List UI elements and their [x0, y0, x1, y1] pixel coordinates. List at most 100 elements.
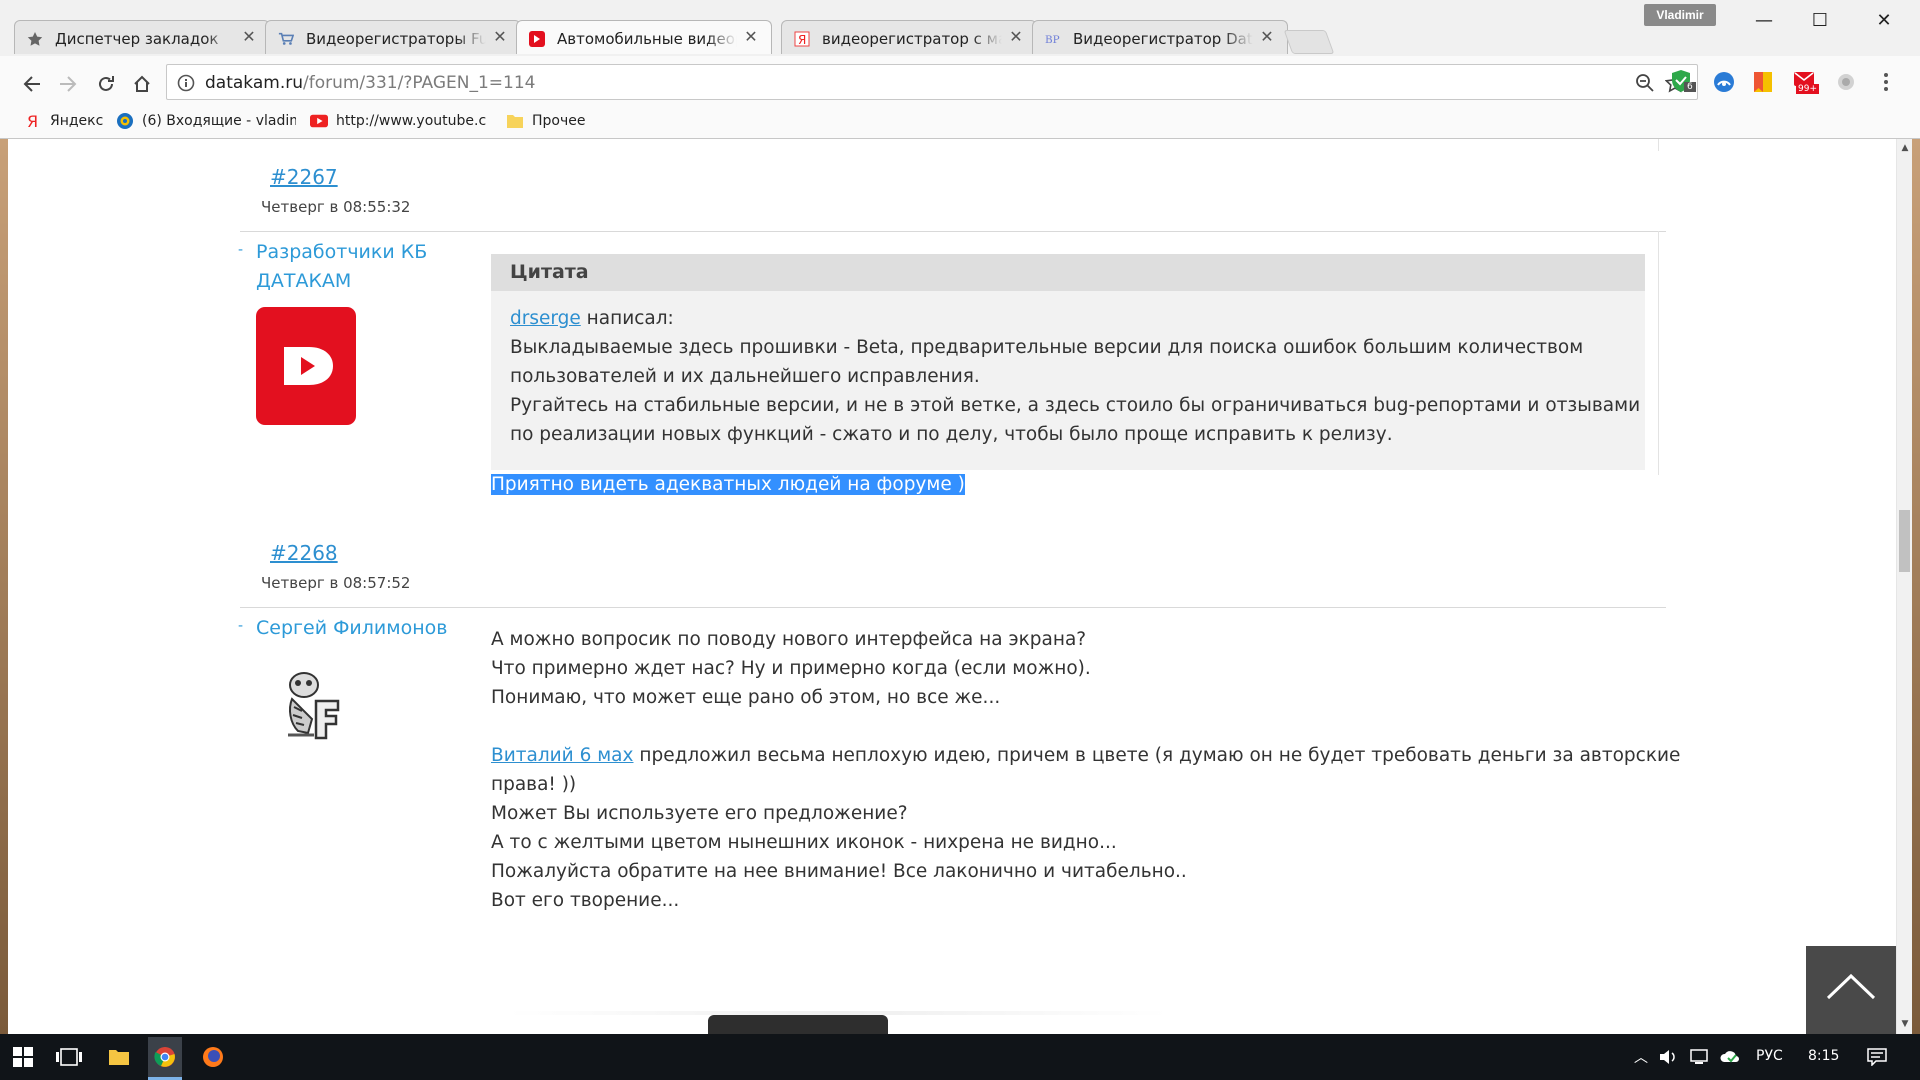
tab-datakam-forum[interactable]: Автомобильные видеор ✕ [516, 20, 772, 54]
selected-text: Приятно видеть адекватных людей на форум… [491, 474, 965, 495]
avatar[interactable] [256, 307, 356, 425]
scroll-up-icon[interactable]: ▲ [1900, 143, 1910, 153]
onedrive-icon[interactable] [1718, 1040, 1742, 1074]
vpn-extension-icon[interactable] [1712, 70, 1738, 96]
bookmark-extension-icon[interactable] [1752, 70, 1778, 96]
yandex-icon: Я [24, 112, 42, 130]
firefox-icon [203, 1047, 223, 1067]
post-timestamp: Четверг в 08:57:52 [261, 574, 411, 592]
close-icon[interactable]: ✕ [743, 27, 759, 46]
folder-icon [109, 1050, 129, 1065]
author-name-line: Разработчики КБ [256, 241, 428, 263]
taskbar-clock[interactable]: 8:15 [1808, 1048, 1839, 1064]
start-button[interactable] [6, 1040, 40, 1074]
maximize-button[interactable]: ☐ [1792, 0, 1848, 40]
bookmark-label: (6) Входящие - vladim [142, 113, 296, 129]
page-scrollbar[interactable]: ▲ ▼ [1896, 139, 1912, 1034]
new-tab-button[interactable] [1283, 30, 1335, 54]
cart-icon [278, 31, 294, 47]
profile-button[interactable]: Vladimir [1644, 4, 1716, 26]
forward-button[interactable] [52, 68, 84, 100]
input-language-indicator[interactable]: РУС [1756, 1048, 1783, 1064]
info-icon[interactable] [177, 74, 195, 92]
tab-yandex-search[interactable]: Я видеорегистратор с маг ✕ [781, 20, 1037, 54]
tab-title: Видеорегистратор Data [1073, 30, 1253, 48]
chevron-up-icon [1826, 973, 1876, 1000]
network-icon[interactable] [1688, 1040, 1712, 1074]
post-body-line: права! )) [491, 774, 577, 795]
firefox-taskbar-button[interactable] [196, 1040, 230, 1074]
reload-button[interactable] [90, 68, 122, 100]
task-view-icon [56, 1048, 82, 1066]
file-explorer-button[interactable] [102, 1040, 136, 1074]
close-icon[interactable]: ✕ [241, 27, 257, 46]
windows-taskbar: ︿ РУС 8:15 [0, 1034, 1920, 1080]
quote-line: пользователей и их дальнейшего исправлен… [510, 366, 980, 387]
post-author-link[interactable]: Сергей Филимонов [256, 614, 447, 643]
bookmark-mail[interactable]: (6) Входящие - vladim [116, 110, 296, 132]
tab-title: Видеорегистраторы Full [306, 30, 486, 48]
svg-text:Я: Я [798, 33, 806, 47]
close-icon[interactable]: ✕ [1008, 27, 1024, 46]
tab-bookmark-manager[interactable]: Диспетчер закладок ✕ [14, 20, 270, 54]
desktop-wallpaper-left [0, 139, 8, 1034]
volume-icon[interactable] [1656, 1040, 1680, 1074]
post-body-line: Понимаю, что может еще рано об этом, но … [491, 687, 1001, 708]
svg-text:BP: BP [1045, 34, 1060, 46]
url-path: /forum/331/?PAGEN_1=114 [302, 73, 536, 93]
home-button[interactable] [126, 68, 158, 100]
quote-author-suffix: написал: [580, 308, 674, 329]
quote-author-link[interactable]: drserge [510, 308, 581, 329]
mention-link[interactable]: Виталий 6 мах [491, 745, 633, 766]
mail-badge: 99+ [1796, 84, 1819, 94]
tab-fullhd-recorders[interactable]: Видеорегистраторы Full ✕ [265, 20, 521, 54]
back-button[interactable] [16, 68, 48, 100]
page-viewport: #2267 Четверг в 08:55:32 - Разработчики … [8, 139, 1896, 1034]
maximize-icon: ☐ [1811, 9, 1829, 31]
chrome-menu-button[interactable] [1878, 70, 1894, 96]
scroll-to-top-button[interactable] [1806, 946, 1896, 1034]
quote-line: Выкладываемые здесь прошивки - Beta, пре… [510, 337, 1584, 358]
tab-datakam-recorder[interactable]: BP Видеорегистратор Data ✕ [1032, 20, 1288, 54]
post-timestamp: Четверг в 08:55:32 [261, 198, 411, 216]
bookmark-youtube[interactable]: http://www.youtube.c [310, 110, 490, 132]
minimize-button[interactable]: — [1736, 0, 1792, 40]
scrollbar-thumb[interactable] [1899, 510, 1910, 572]
post-author-link[interactable]: Разработчики КБ ДАТАКАМ [256, 238, 427, 296]
close-icon: ✕ [1876, 9, 1892, 31]
quote-line: по реализации новых функций - сжато и по… [510, 424, 1393, 445]
close-window-button[interactable]: ✕ [1856, 0, 1912, 40]
mail-extension-icon[interactable]: 99+ [1792, 68, 1819, 94]
avatar[interactable] [276, 663, 348, 743]
mention-rest: предложил весьма неплохую идею, причем в… [633, 745, 1681, 766]
post-anchor-link[interactable]: #2267 [270, 165, 338, 189]
bookmark-other-folder[interactable]: Прочее [506, 110, 606, 132]
bookmark-yandex[interactable]: Я Яндекс [24, 110, 114, 132]
scroll-down-icon[interactable]: ▼ [1900, 1019, 1910, 1029]
post-image-preview[interactable] [708, 1015, 888, 1034]
close-icon[interactable]: ✕ [1259, 27, 1275, 46]
tab-title: видеорегистратор с маг [822, 30, 1002, 48]
post-body-line: Виталий 6 мах предложил весьма неплохую … [491, 741, 1680, 770]
author-bullet: - [238, 618, 244, 634]
post-anchor-link[interactable]: #2268 [270, 541, 338, 565]
chrome-icon [154, 1047, 175, 1067]
forward-arrow-icon [60, 76, 77, 92]
quote-line: Ругайтесь на стабильные версии, и не в э… [510, 395, 1641, 416]
bookmark-label: Прочее [532, 113, 586, 129]
close-icon[interactable]: ✕ [492, 27, 508, 46]
chrome-taskbar-button[interactable] [148, 1037, 182, 1080]
post-image-shadow [508, 1011, 1168, 1015]
show-hidden-icons-icon[interactable]: ︿ [1634, 1047, 1648, 1067]
home-icon [134, 75, 150, 92]
post-body-line: А то с желтыми цветом нынешних иконок - … [491, 832, 1117, 853]
task-view-button[interactable] [52, 1040, 86, 1074]
action-center-button[interactable] [1860, 1040, 1894, 1074]
address-bar[interactable]: datakam.ru/forum/331/?PAGEN_1=114 [166, 64, 1698, 100]
adguard-extension-icon[interactable]: 6 [1670, 68, 1696, 94]
gray-extension-icon[interactable] [1836, 72, 1862, 98]
zoom-icon[interactable] [1635, 73, 1655, 93]
mail-icon [116, 112, 134, 130]
minimize-icon: — [1755, 9, 1773, 31]
bookmarks-bar: Я Яндекс (6) Входящие - vladim http://ww… [0, 104, 1920, 139]
